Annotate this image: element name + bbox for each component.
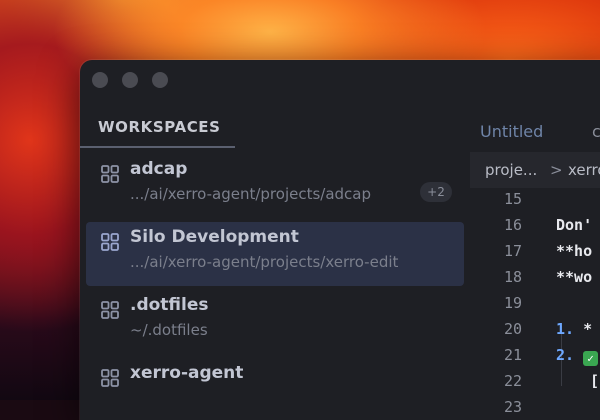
workspace-path: ~/.dotfiles (130, 321, 208, 339)
breadcrumb-item-project[interactable]: proje... (485, 161, 537, 179)
zoom-window-button[interactable] (152, 72, 168, 88)
grid-icon (101, 165, 119, 183)
workspace-item-dotfiles[interactable]: .dotfiles ~/.dotfiles (86, 290, 464, 354)
code-area[interactable]: 15 16 Don' 17 **ho 18 **wo 19 20 1. * 21… (470, 188, 600, 420)
line-text: **wo (556, 268, 593, 286)
code-line: 23 (470, 394, 600, 420)
app-window: WORKSPACES adcap .../ai/xerro-agent/proj… (80, 60, 600, 420)
grid-icon (101, 369, 119, 387)
tab-next-partial[interactable]: c (592, 122, 600, 138)
list-marker: 1. (556, 320, 575, 338)
code-line: 15 (470, 186, 600, 212)
check-mark-icon: ✓ (583, 351, 599, 366)
title-bar (80, 60, 600, 100)
workspace-name: .dotfiles (130, 295, 209, 315)
workspace-name: xerro-agent (130, 363, 244, 383)
line-number: 23 (503, 398, 522, 416)
workspaces-header: WORKSPACES (98, 118, 221, 136)
code-line: 19 (470, 290, 600, 316)
editor-pane: Untitled c proje... > xerro 15 16 Don' 1… (470, 100, 600, 420)
line-number: 18 (503, 268, 522, 286)
line-number: 21 (503, 346, 522, 364)
line-text: 1. * (556, 316, 592, 342)
tab-untitled[interactable]: Untitled (480, 122, 543, 141)
workspaces-header-underline (80, 146, 235, 148)
grid-icon (101, 301, 119, 319)
workspace-path: .../ai/xerro-agent/projects/adcap (130, 185, 372, 203)
line-text: [ (590, 372, 600, 390)
line-number: 15 (503, 190, 522, 208)
line-number: 20 (503, 320, 522, 338)
line-number: 17 (503, 242, 522, 260)
workspace-item-silo-development[interactable]: Silo Development .../ai/xerro-agent/proj… (86, 222, 464, 286)
code-line: 16 Don' (470, 212, 600, 238)
code-line: 18 **wo (470, 264, 600, 290)
line-text: **ho (556, 242, 593, 260)
code-line: 17 **ho (470, 238, 600, 264)
workspace-path: .../ai/xerro-agent/projects/xerro-edit (130, 253, 399, 271)
workspace-count-badge: +2 (420, 182, 452, 202)
workspace-name: Silo Development (130, 227, 299, 247)
breadcrumb-item-file[interactable]: xerro (568, 161, 600, 179)
grid-icon (101, 233, 119, 251)
code-line: 21 2. ✓ (470, 342, 600, 368)
list-marker: 2. (556, 346, 575, 364)
line-number: 19 (503, 294, 522, 312)
chevron-right-icon: > (550, 161, 563, 179)
workspaces-sidebar: WORKSPACES adcap .../ai/xerro-agent/proj… (80, 100, 470, 420)
workspace-item-adcap[interactable]: adcap .../ai/xerro-agent/projects/adcap … (86, 154, 464, 218)
line-fragment: * (583, 320, 593, 338)
line-number: 22 (503, 372, 522, 390)
workspace-name: adcap (130, 159, 188, 179)
workspace-item-xerro-agent[interactable]: xerro-agent (86, 358, 464, 420)
code-line: 22 [ (470, 368, 600, 394)
code-line: 20 1. * (470, 316, 600, 342)
line-number: 16 (503, 216, 522, 234)
line-text: 2. ✓ (556, 342, 599, 368)
minimize-window-button[interactable] (122, 72, 138, 88)
breadcrumb: proje... > xerro (470, 152, 600, 188)
close-window-button[interactable] (92, 72, 108, 88)
line-text: Don' (556, 216, 593, 234)
